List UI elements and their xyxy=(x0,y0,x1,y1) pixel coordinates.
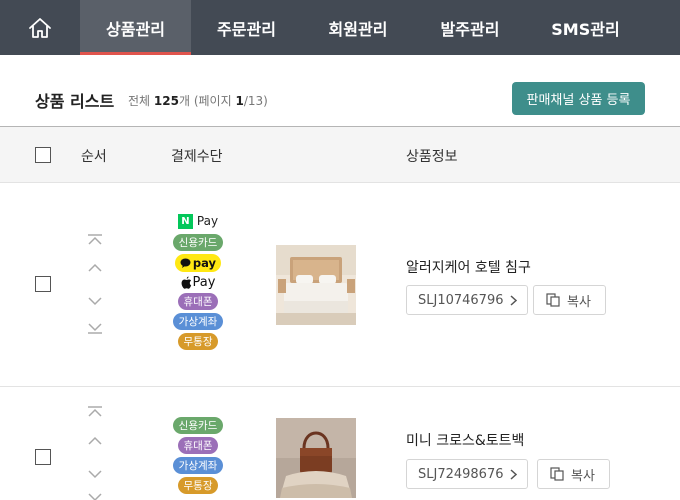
product-code-button[interactable]: SLJ10746796 xyxy=(406,285,528,315)
double-chevron-down-icon xyxy=(88,493,102,500)
top-nav: 상품관리 주문관리 회원관리 발주관리 SMS관리 xyxy=(0,0,680,55)
table-header: 순서 결제수단 상품정보 xyxy=(0,127,680,183)
badge-mobile-phone: 휴대폰 xyxy=(177,293,219,310)
move-top-button[interactable] xyxy=(85,232,105,248)
copy-button[interactable]: 복사 xyxy=(533,285,606,315)
double-chevron-up-icon xyxy=(88,406,102,417)
register-channel-product-button[interactable]: 판매채널 상품 등록 xyxy=(512,82,645,115)
home-button[interactable] xyxy=(0,0,80,55)
kakaopay-logo: pay xyxy=(175,254,221,272)
row-checkbox[interactable] xyxy=(35,449,51,465)
home-icon xyxy=(29,17,51,38)
product-code-button[interactable]: SLJ72498676 xyxy=(406,459,528,489)
tab-sms-management[interactable]: SMS관리 xyxy=(526,0,645,55)
tab-purchase-order[interactable]: 발주관리 xyxy=(414,0,526,55)
chevron-up-icon xyxy=(88,436,102,445)
chevron-up-icon xyxy=(88,263,102,272)
payment-methods: 신용카드 휴대폰 가상계좌 무통장 xyxy=(165,417,231,497)
badge-mobile-phone: 휴대폰 xyxy=(177,437,219,454)
product-code: SLJ72498676 xyxy=(418,466,504,482)
badge-bank-transfer: 무통장 xyxy=(177,333,219,350)
move-up-button[interactable] xyxy=(85,259,105,275)
copy-icon xyxy=(550,467,564,481)
header-order: 순서 xyxy=(81,149,107,165)
apple-icon xyxy=(181,276,191,289)
total-label: 전체 xyxy=(128,94,151,108)
product-name[interactable]: 알러지케어 호텔 침구 xyxy=(406,257,531,277)
list-summary: 전체 125개 (페이지 1/13) xyxy=(128,92,268,109)
npay-logo: N Pay xyxy=(177,213,218,229)
move-down-button[interactable] xyxy=(85,293,105,309)
move-bottom-button[interactable] xyxy=(85,490,105,500)
product-code: SLJ10746796 xyxy=(418,292,504,308)
chevron-down-icon xyxy=(88,297,102,306)
chevron-down-icon xyxy=(88,470,102,479)
row-checkbox[interactable] xyxy=(35,276,51,292)
move-bottom-button[interactable] xyxy=(85,320,105,336)
copy-button[interactable]: 복사 xyxy=(537,459,610,489)
product-image[interactable] xyxy=(276,245,356,325)
total-unit: 개 (페이지 xyxy=(178,94,232,108)
table-row: N Pay 신용카드 pay Pay 휴대폰 가상계좌 무통장 알러지케어 호텔… xyxy=(0,183,680,387)
double-chevron-down-icon xyxy=(88,323,102,334)
table-row: 신용카드 휴대폰 가상계좌 무통장 미니 크로스&토트백 SLJ72498676… xyxy=(0,387,680,500)
payment-methods: N Pay 신용카드 pay Pay 휴대폰 가상계좌 무통장 xyxy=(165,213,231,353)
badge-virtual-account: 가상계좌 xyxy=(172,313,224,330)
tab-product-management[interactable]: 상품관리 xyxy=(80,0,191,55)
page-title: 상품 리스트 xyxy=(35,92,115,111)
product-image[interactable] xyxy=(276,418,356,498)
current-page: 1 xyxy=(235,94,244,108)
move-down-button[interactable] xyxy=(85,466,105,482)
move-up-button[interactable] xyxy=(85,432,105,448)
badge-credit-card: 신용카드 xyxy=(172,417,224,434)
total-count: 125 xyxy=(153,94,179,108)
chevron-right-icon xyxy=(509,294,517,306)
copy-icon xyxy=(546,293,560,307)
badge-bank-transfer: 무통장 xyxy=(177,477,219,494)
select-all-checkbox[interactable] xyxy=(35,147,51,163)
badge-credit-card: 신용카드 xyxy=(172,234,224,251)
chevron-right-icon xyxy=(509,468,517,480)
product-name[interactable]: 미니 크로스&토트백 xyxy=(406,430,524,450)
kakao-bubble-icon xyxy=(180,258,191,268)
header-product: 상품정보 xyxy=(406,149,458,165)
badge-virtual-account: 가상계좌 xyxy=(172,457,224,474)
header-payment: 결제수단 xyxy=(171,149,223,165)
tab-order-management[interactable]: 주문관리 xyxy=(191,0,302,55)
move-top-button[interactable] xyxy=(85,404,105,420)
double-chevron-up-icon xyxy=(88,234,102,245)
tab-member-management[interactable]: 회원관리 xyxy=(302,0,414,55)
naver-n-icon: N xyxy=(177,213,193,229)
page-total: /13) xyxy=(243,94,268,108)
applepay-logo: Pay xyxy=(181,274,215,290)
